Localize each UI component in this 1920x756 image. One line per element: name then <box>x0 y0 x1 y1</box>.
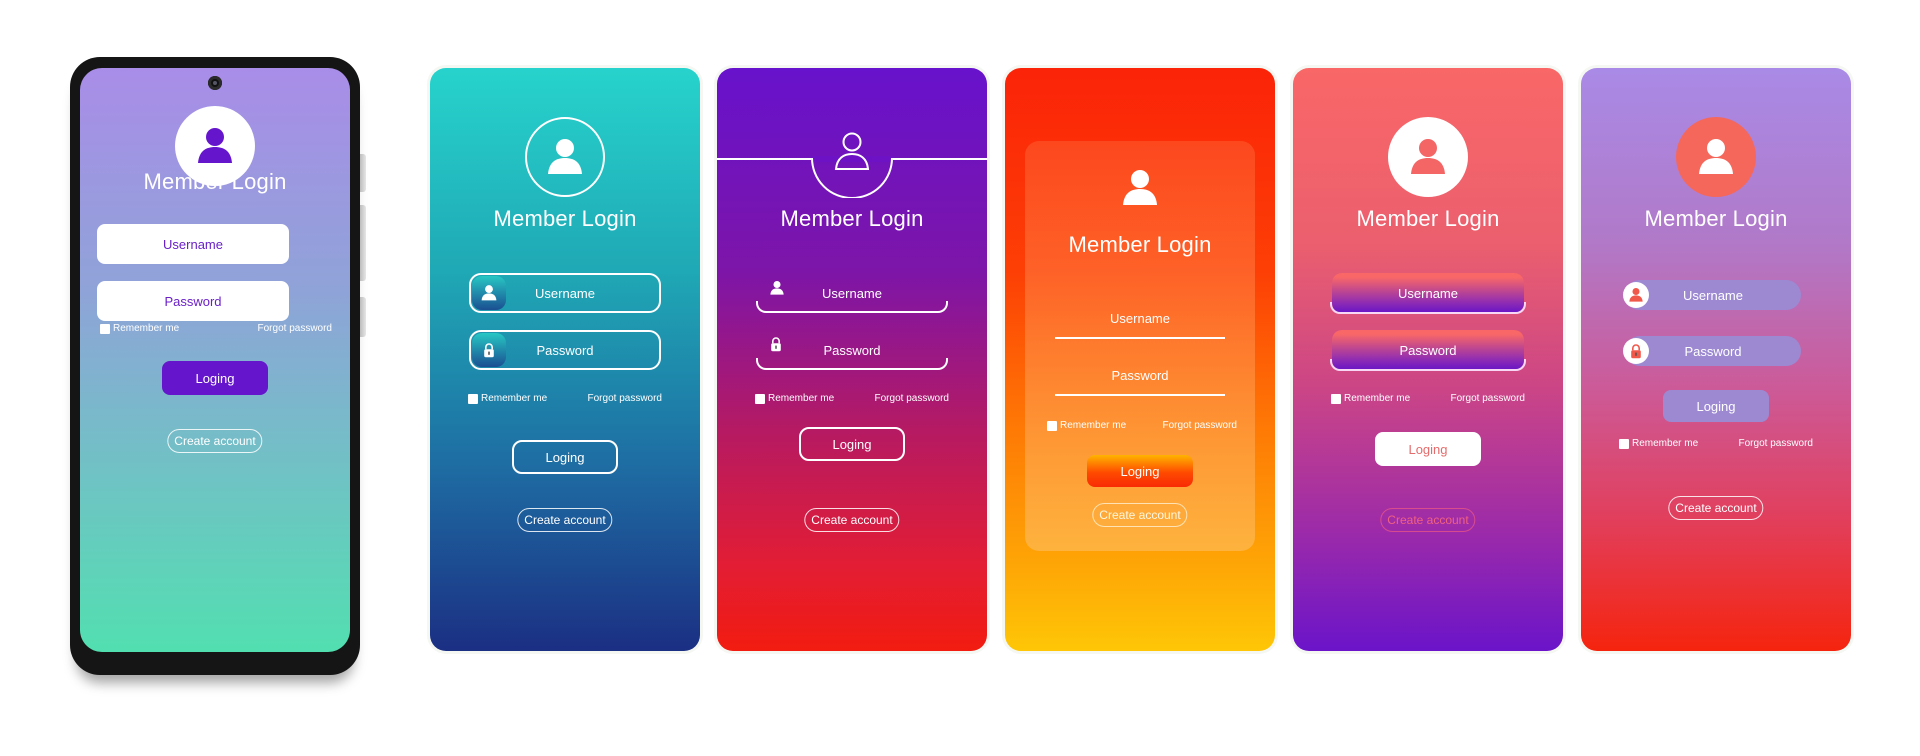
login-button[interactable]: Loging <box>512 440 618 474</box>
login-title: Member Login <box>780 206 924 231</box>
options-row: Remember me Forgot password <box>100 323 332 334</box>
login-button[interactable]: Loging <box>1087 455 1193 487</box>
lock-icon <box>1623 338 1649 364</box>
username-input[interactable]: Username <box>469 273 661 313</box>
forgot-password-link[interactable]: Forgot password <box>588 393 662 404</box>
login-button[interactable]: Loging <box>162 361 268 395</box>
password-placeholder: Password <box>1684 343 1742 359</box>
forgot-password-link[interactable]: Forgot password <box>1163 420 1237 431</box>
password-placeholder: Password <box>1111 368 1169 383</box>
phone-volume-button <box>360 205 366 281</box>
password-input[interactable]: Password <box>469 330 661 370</box>
forgot-password-link[interactable]: Forgot password <box>258 323 332 334</box>
login-button[interactable]: Loging <box>799 427 905 461</box>
remember-label: Remember me <box>768 393 835 404</box>
remember-me[interactable]: Remember me <box>755 393 834 404</box>
remember-checkbox[interactable] <box>755 393 765 404</box>
avatar-user-icon <box>1388 117 1468 197</box>
remember-label: Remember me <box>1344 393 1411 404</box>
username-input[interactable]: Username <box>1623 280 1801 310</box>
login-card-orange: Member Login Username Password Remember … <box>1005 68 1275 651</box>
password-placeholder: Password <box>823 342 881 358</box>
remember-label: Remember me <box>481 393 548 404</box>
lock-icon <box>768 336 784 355</box>
forgot-password-link[interactable]: Forgot password <box>1739 438 1813 449</box>
remember-checkbox[interactable] <box>1331 393 1341 404</box>
phone-side-button <box>360 297 366 337</box>
username-placeholder: Username <box>1683 287 1743 303</box>
options-row: Remember me Forgot password <box>468 393 662 404</box>
phone-power-button <box>360 154 366 192</box>
options-row: Remember me Forgot password <box>1047 420 1237 431</box>
remember-label: Remember me <box>1060 420 1127 431</box>
username-placeholder: Username <box>1110 311 1170 326</box>
login-title: Member Login <box>1644 206 1788 231</box>
phone-screen: Member Login Username Password Remember … <box>80 68 350 652</box>
login-title: Member Login <box>1068 232 1212 257</box>
options-row: Remember me Forgot password <box>755 393 949 404</box>
input-underline <box>1330 302 1526 314</box>
user-icon <box>472 276 506 310</box>
options-row: Remember me Forgot password <box>1331 393 1525 404</box>
remember-checkbox[interactable] <box>100 323 110 334</box>
username-input[interactable]: Username <box>97 224 289 264</box>
remember-checkbox[interactable] <box>1619 438 1629 449</box>
login-card-coral: Member Login Username Password Remember … <box>1293 68 1563 651</box>
login-button[interactable]: Loging <box>1375 432 1481 466</box>
password-input[interactable]: Password <box>756 330 948 370</box>
username-placeholder: Username <box>163 236 223 252</box>
username-input[interactable]: Username <box>1055 311 1225 339</box>
password-placeholder: Password <box>536 342 594 358</box>
password-input[interactable]: Password <box>1623 336 1801 366</box>
create-account-button[interactable]: Create account <box>1092 503 1188 527</box>
avatar-user-icon <box>812 112 892 192</box>
input-underline <box>756 301 948 313</box>
password-input[interactable]: Password <box>1330 330 1526 371</box>
login-title: Member Login <box>143 169 287 194</box>
create-account-button[interactable]: Create account <box>804 508 900 532</box>
input-underline <box>756 358 948 370</box>
lock-icon <box>472 333 506 367</box>
password-input[interactable]: Password <box>97 281 289 321</box>
login-card-lavender: Member Login Username Password Loging Re… <box>1581 68 1851 651</box>
input-underline <box>1330 359 1526 371</box>
user-icon <box>1623 282 1649 308</box>
remember-me[interactable]: Remember me <box>1619 438 1698 449</box>
password-placeholder: Password <box>164 293 222 309</box>
avatar-user-icon <box>525 117 605 197</box>
password-input[interactable]: Password <box>1055 368 1225 396</box>
options-row: Remember me Forgot password <box>1619 438 1813 449</box>
create-account-button[interactable]: Create account <box>1668 496 1764 520</box>
phone-mockup: Member Login Username Password Remember … <box>70 57 366 675</box>
remember-me[interactable]: Remember me <box>100 323 179 334</box>
remember-checkbox[interactable] <box>1047 420 1057 431</box>
remember-me[interactable]: Remember me <box>468 393 547 404</box>
remember-checkbox[interactable] <box>468 393 478 404</box>
forgot-password-link[interactable]: Forgot password <box>875 393 949 404</box>
remember-me[interactable]: Remember me <box>1331 393 1410 404</box>
password-placeholder: Password <box>1399 342 1457 358</box>
avatar-user-icon <box>1100 148 1180 228</box>
username-placeholder: Username <box>1398 285 1458 301</box>
create-account-button[interactable]: Create account <box>517 508 613 532</box>
login-button[interactable]: Loging <box>1663 390 1769 422</box>
username-placeholder: Username <box>822 285 882 301</box>
username-input[interactable]: Username <box>1330 273 1526 314</box>
front-camera <box>208 76 222 90</box>
login-title: Member Login <box>1356 206 1500 231</box>
remember-me[interactable]: Remember me <box>1047 420 1126 431</box>
forgot-password-link[interactable]: Forgot password <box>1451 393 1525 404</box>
user-icon <box>768 279 786 300</box>
avatar-user-icon <box>1676 117 1756 197</box>
create-account-button[interactable]: Create account <box>1380 508 1476 532</box>
login-card-purple: Member Login Username Password Remember … <box>717 68 987 651</box>
username-placeholder: Username <box>535 285 595 301</box>
username-input[interactable]: Username <box>756 273 948 313</box>
remember-label: Remember me <box>1632 438 1699 449</box>
create-account-button[interactable]: Create account <box>167 429 263 453</box>
remember-label: Remember me <box>113 323 180 334</box>
login-card-teal: Member Login Username Password Remember … <box>430 68 700 651</box>
login-title: Member Login <box>493 206 637 231</box>
